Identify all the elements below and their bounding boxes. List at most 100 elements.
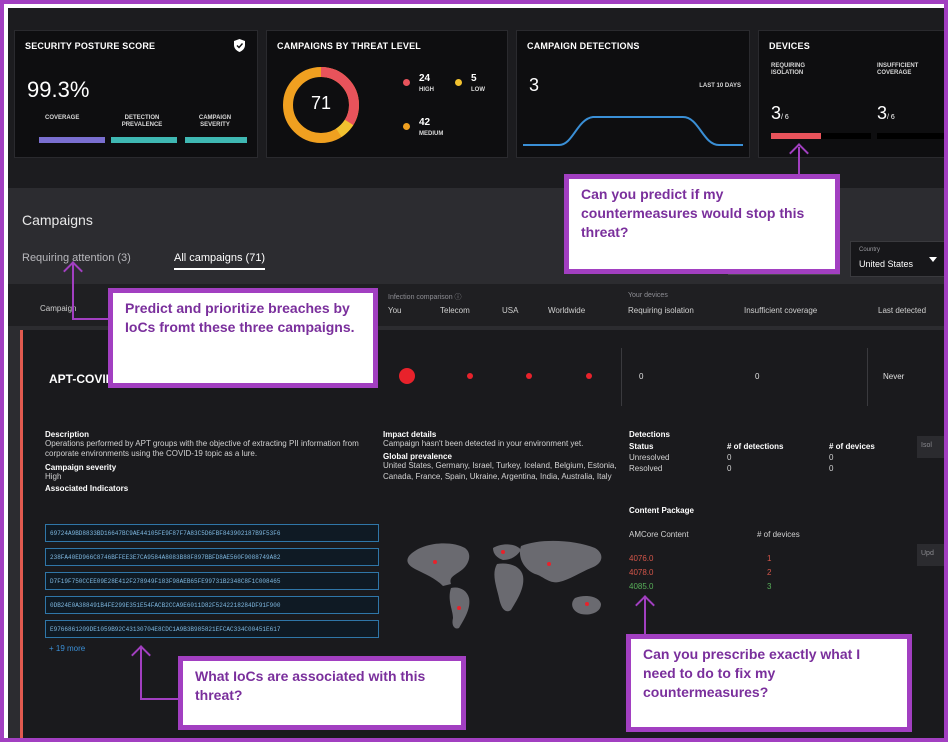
low-label: LOW [471,87,485,93]
row-divider-2 [867,348,868,406]
country-label: Country [859,247,881,253]
campaign-detections-title: CAMPAIGN DETECTIONS [527,41,640,51]
isolation-count: 3/ 6 [771,103,789,124]
campaign-name[interactable]: APT-COVID [49,372,114,386]
infection-comparison-label: Infection comparison [388,294,453,301]
detection-prevalence-bar [111,137,177,143]
resolved-devices: 0 [829,464,834,473]
coverage-label: COVERAGE [45,115,80,121]
prevalence-text: United States, Germany, Israel, Turkey, … [383,461,617,481]
more-indicators-link[interactable]: + 19 more [49,644,85,653]
medium-label: MEDIUM [419,131,444,137]
devices-title: DEVICES [769,41,810,51]
world-map [407,540,602,629]
detections-sparkline [523,116,743,146]
package-devices-col-header: # of devices [757,530,800,539]
isolation-total: / 6 [781,114,789,121]
prevalence-heading: Global prevalence [383,452,452,462]
campaign-severity-bar [185,137,247,143]
campaign-severity-label: CAMPAIGN SEVERITY [198,115,232,129]
threat-level-title: CAMPAIGNS BY THREAT LEVEL [277,41,422,51]
indicator-hash[interactable]: 69724A9BD8833BD16647BC9AE44105FE9F87F7A8… [45,524,379,542]
severity-heading: Campaign severity [45,462,117,472]
col-you[interactable]: You [388,306,402,315]
indicator-hash[interactable]: D7F19F750CCEE09E28E412F278949F183F98AEB6… [45,572,379,590]
arrow-up-icon [63,261,83,281]
package-version: 4076.0 [629,554,654,563]
info-icon: ⓘ [454,294,462,301]
chevron-down-icon [929,257,937,262]
high-count: 24 [419,73,431,84]
col-usa[interactable]: USA [502,306,518,315]
coverage-total: / 6 [887,114,895,121]
low-count: 5 [471,73,477,84]
screenshot-frame: SECURITY POSTURE SCORE 99.3% COVERAGE DE… [0,0,948,742]
indicator-hash[interactable]: 0DB24E0A388491B4FE299E351E54FACB2CCA9E60… [45,596,379,614]
col-worldwide[interactable]: Worldwide [548,306,585,315]
detection-prevalence-label: DETECTION PREVALENCE [121,115,163,129]
coverage-bar-track [877,133,944,139]
resolved-detections: 0 [727,464,732,473]
infection-usa-dot [526,373,532,379]
unresolved-devices: 0 [829,453,834,462]
tab-requiring-attention[interactable]: Requiring attention (3) [22,252,131,264]
col-requiring-isolation[interactable]: Requiring isolation [628,306,694,315]
row-divider-1 [621,348,622,406]
description-text: Operations performed by APT groups with … [45,439,359,459]
indicator-hash[interactable]: 238FA40ED966C8746BFFEE3E7CA9584A8083B88F… [45,548,379,566]
tab-all-campaigns[interactable]: All campaigns (71) [174,252,266,270]
unresolved-detections: 0 [727,453,732,462]
amcore-col-header: AMCore Content [629,530,689,539]
last-detected-cell: Never [883,372,905,381]
col-campaign[interactable]: Campaign [40,304,76,313]
description-block: Description Operations performed by APT … [45,430,375,493]
low-dot [455,79,462,86]
package-version: 4078.0 [629,568,654,577]
your-devices-group: Your devices [628,292,668,299]
impact-heading: Impact details [383,430,437,439]
dashboard: SECURITY POSTURE SCORE 99.3% COVERAGE DE… [8,8,944,738]
num-detections-col-header: # of detections [727,442,784,451]
threat-level-card[interactable]: CAMPAIGNS BY THREAT LEVEL 71 24 HIGH 5 L… [266,30,508,158]
detections-value: 3 [529,75,540,95]
infection-comparison-group: Infection comparison ⓘ [388,292,462,302]
insufficient-coverage-label: INSUFFICIENT COVERAGE [877,63,919,77]
isolation-bar-fill [771,133,821,139]
impact-block: Impact details Campaign hasn't been dete… [383,430,619,482]
package-devices: 1 [767,554,772,563]
high-dot [403,79,410,86]
detections-heading: Detections [629,430,670,439]
isolation-bar-track [771,133,871,139]
shield-icon [234,39,245,52]
col-telecom[interactable]: Telecom [440,306,470,315]
indicator-hash[interactable]: E9766861209DE1059B92C43130704E8CDC1A9B3B… [45,620,379,638]
col-last-detected[interactable]: Last detected [878,306,926,315]
high-label: HIGH [419,87,434,93]
security-posture-card[interactable]: SECURITY POSTURE SCORE 99.3% COVERAGE DE… [14,30,258,158]
medium-count: 42 [419,117,431,128]
detections-period: LAST 10 DAYS [699,83,741,89]
country-value: United States [859,259,914,269]
coverage-value: 3 [877,103,888,123]
infection-worldwide-dot [586,373,592,379]
severity-value: High [45,471,62,481]
content-package-heading: Content Package [629,506,694,515]
country-select[interactable]: Country United States [850,241,944,277]
security-posture-title: SECURITY POSTURE SCORE [25,41,156,51]
col-insufficient-coverage[interactable]: Insufficient coverage [744,306,817,315]
description-heading: Description [45,430,90,439]
update-button[interactable]: Upd [917,544,944,566]
insufficient-coverage-cell: 0 [755,372,760,381]
coverage-bar [39,137,105,143]
posture-score-value: 99.3% [27,77,90,102]
detections-block: Detections [629,430,919,439]
package-devices: 3 [767,582,772,591]
devices-card[interactable]: DEVICES REQUIRING ISOLATION INSUFFICIENT… [758,30,944,158]
threat-total: 71 [310,93,332,113]
isolate-button[interactable]: Isol [917,436,944,458]
requiring-isolation-label: REQUIRING ISOLATION [771,63,806,77]
callout-associated-iocs: What IoCs are associated with this threa… [178,656,466,730]
kpi-band: SECURITY POSTURE SCORE 99.3% COVERAGE DE… [8,8,944,188]
package-devices: 2 [767,568,772,577]
campaign-detections-card[interactable]: CAMPAIGN DETECTIONS 3 LAST 10 DAYS [516,30,750,158]
